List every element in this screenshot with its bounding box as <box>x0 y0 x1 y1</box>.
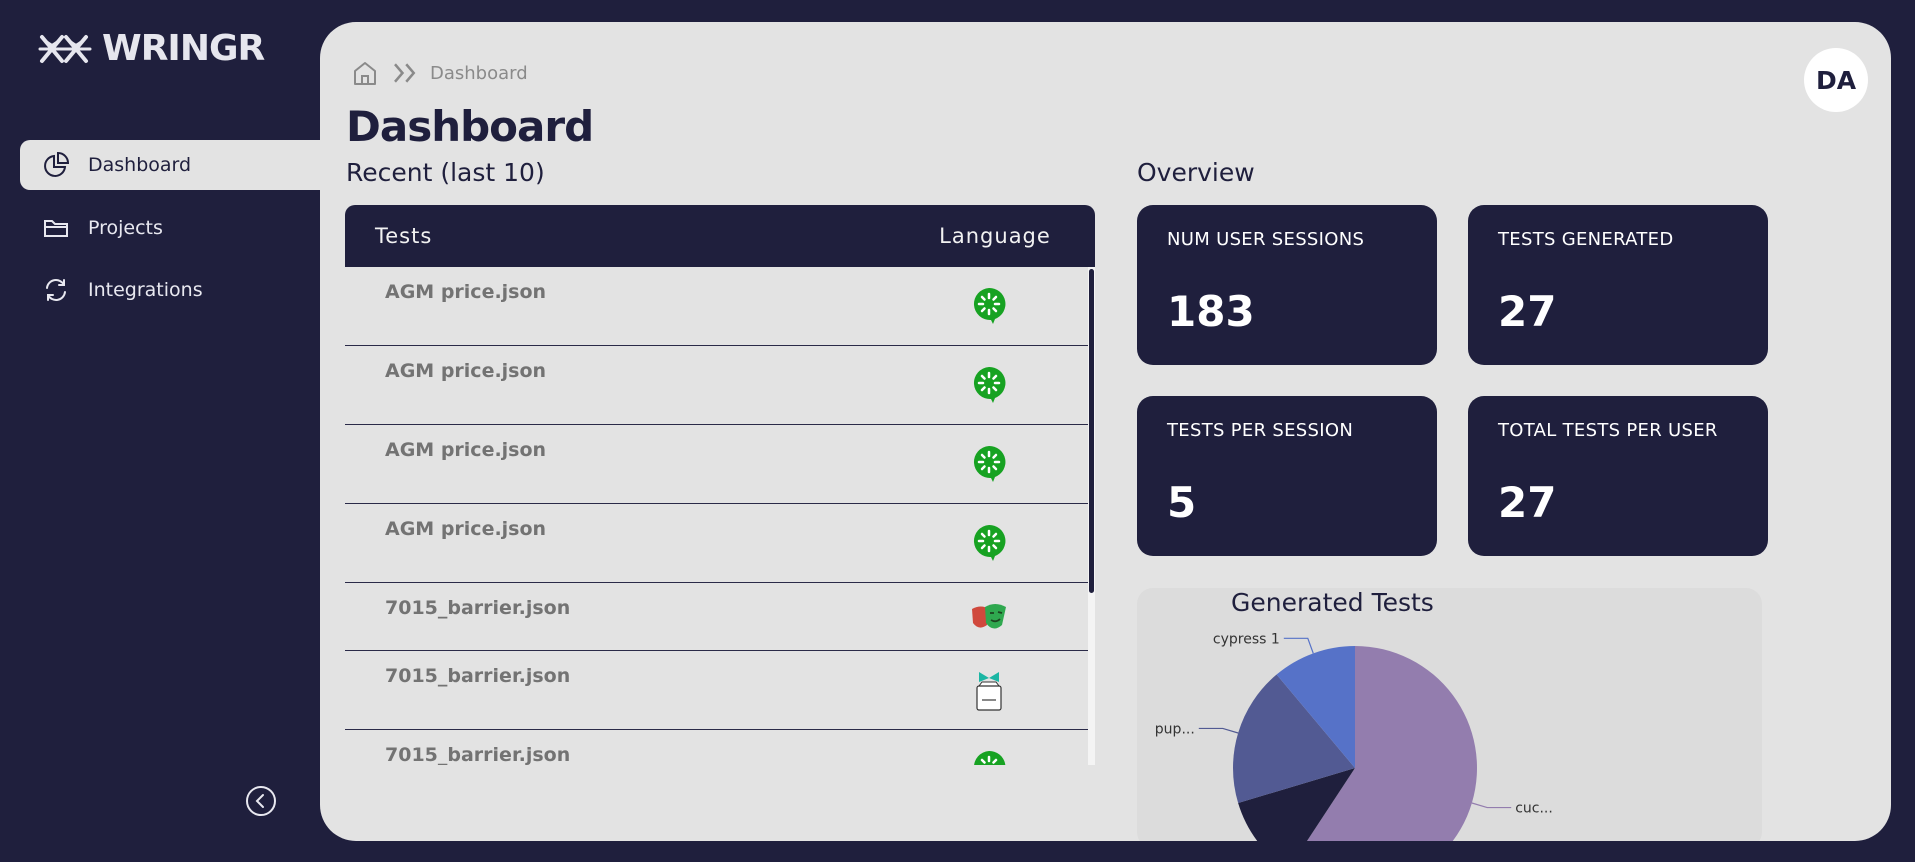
table-row[interactable]: AGM price.json <box>345 346 1088 425</box>
card-value: 183 <box>1167 287 1255 336</box>
sidebar-item-integrations[interactable]: Integrations <box>20 265 320 315</box>
language-cell <box>890 267 1088 345</box>
test-name: 7015_barrier.json <box>385 597 571 619</box>
test-name: 7015_barrier.json <box>385 744 571 765</box>
test-name: AGM price.json <box>385 518 547 540</box>
card-label: NUM USER SESSIONS <box>1167 229 1365 250</box>
pie-chart: cuc... pup... cypress 1 <box>1155 631 1553 841</box>
folder-icon <box>44 220 68 237</box>
test-name: 7015_barrier.json <box>385 665 571 687</box>
overview-title: Overview <box>1137 158 1255 187</box>
chevron-double-right-icon <box>394 63 416 83</box>
sidebar-item-label: Projects <box>88 217 163 239</box>
table-row[interactable]: AGM price.json <box>345 267 1088 346</box>
cucumber-icon <box>974 750 1006 765</box>
card-value: 27 <box>1498 478 1557 527</box>
language-cell <box>890 346 1088 424</box>
recent-title: Recent (last 10) <box>346 158 545 187</box>
pie-label-line <box>1471 802 1512 809</box>
sidebar-item-projects[interactable]: Projects <box>20 203 320 253</box>
card-value: 27 <box>1498 287 1557 336</box>
scrollbar-thumb[interactable] <box>1089 269 1094 593</box>
test-name: AGM price.json <box>385 281 547 303</box>
table-row[interactable]: AGM price.json <box>345 425 1088 504</box>
card-value: 5 <box>1167 478 1197 527</box>
recent-tests-table: Tests Language AGM price.json AGM price.… <box>345 205 1095 765</box>
table-row[interactable]: 7015_barrier.json <box>345 583 1088 651</box>
cucumber-icon <box>973 366 1006 403</box>
refresh-icon <box>46 279 66 301</box>
language-cell <box>890 504 1088 582</box>
sidebar-item-label: Integrations <box>88 279 203 301</box>
card-label: TOTAL TESTS PER USER <box>1498 420 1718 441</box>
pie-label: pup... <box>1155 721 1195 737</box>
language-cell <box>890 583 1088 650</box>
pie-label: cypress 1 <box>1213 631 1280 647</box>
pie-chart-icon <box>44 151 70 177</box>
cucumber-icon <box>973 287 1006 324</box>
avatar[interactable]: DA <box>1804 48 1868 112</box>
app-logo[interactable]: WRINGR <box>38 28 265 69</box>
stat-card-total-tests-per-user: TOTAL TESTS PER USER 27 <box>1468 396 1768 556</box>
chart-title: Generated Tests <box>1231 588 1434 617</box>
pie-label: cuc... <box>1515 801 1553 817</box>
stat-card-num-user-sessions: NUM USER SESSIONS 183 <box>1137 205 1437 365</box>
breadcrumb: Dashboard <box>350 58 528 88</box>
table-row[interactable]: 7015_barrier.json <box>345 651 1088 730</box>
stat-card-tests-per-session: TESTS PER SESSION 5 <box>1137 396 1437 556</box>
app-name: WRINGR <box>102 28 265 69</box>
column-header-tests[interactable]: Tests <box>345 224 895 248</box>
card-label: TESTS PER SESSION <box>1167 420 1354 441</box>
page-title: Dashboard <box>346 102 594 151</box>
cucumber-icon <box>973 445 1006 482</box>
pie-label-line <box>1283 637 1314 654</box>
generated-tests-chart-panel: cuc... pup... cypress 1 Generated Tests <box>1137 588 1762 841</box>
main-panel: Dashboard Dashboard DA Recent (last 10) … <box>320 22 1891 841</box>
playwright-icon <box>972 603 1006 629</box>
home-icon[interactable] <box>350 58 380 88</box>
language-cell <box>890 730 1088 765</box>
cucumber-icon <box>973 524 1006 561</box>
column-header-language[interactable]: Language <box>895 224 1095 248</box>
test-name: AGM price.json <box>385 439 547 461</box>
sidebar: WRINGR Dashboard Projects Integrations <box>0 0 320 862</box>
stat-card-tests-generated: TESTS GENERATED 27 <box>1468 205 1768 365</box>
sidebar-item-label: Dashboard <box>88 154 192 176</box>
test-name: AGM price.json <box>385 360 547 382</box>
language-cell <box>890 425 1088 503</box>
puppeteer-icon <box>976 672 1002 711</box>
language-cell <box>890 651 1088 729</box>
pie-label-line <box>1198 727 1239 734</box>
logo-icon <box>38 34 92 63</box>
card-label: TESTS GENERATED <box>1498 229 1674 250</box>
sidebar-item-dashboard[interactable]: Dashboard <box>20 140 320 190</box>
table-body: AGM price.json AGM price.json AGM price.… <box>345 267 1095 765</box>
table-row[interactable]: 7015_barrier.json <box>345 730 1088 765</box>
table-header: Tests Language <box>345 205 1095 267</box>
table-row[interactable]: AGM price.json <box>345 504 1088 583</box>
breadcrumb-current: Dashboard <box>430 62 528 84</box>
collapse-sidebar-icon[interactable] <box>245 785 277 817</box>
